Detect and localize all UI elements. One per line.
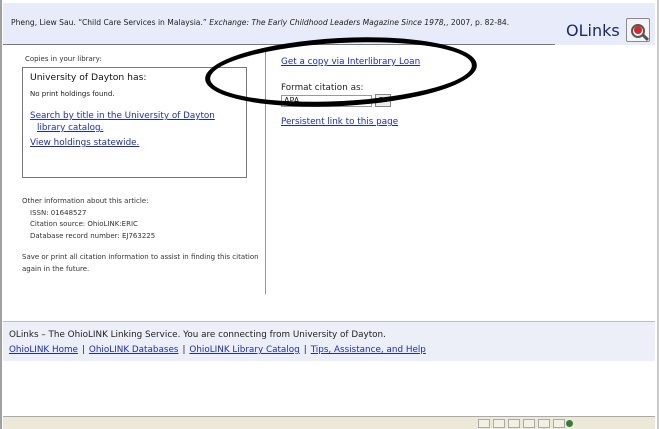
- left-column: Copies in your library: University of Da…: [22, 55, 262, 275]
- footer-link-tips-help[interactable]: Tips, Assistance, and Help: [311, 345, 426, 355]
- page-footer: OLinks – The OhioLINK Linking Service. Y…: [3, 321, 655, 361]
- globe-icon: [566, 420, 573, 427]
- search-catalog-link[interactable]: Search by title in the University of Day…: [30, 110, 235, 134]
- citation-journal: Exchange: The Early Childhood Leaders Ma…: [209, 18, 447, 27]
- status-cell: [478, 419, 490, 428]
- olinks-logo: OLinks: [566, 18, 650, 42]
- library-holdings-box: University of Dayton has: No print holdi…: [22, 67, 247, 178]
- interlibrary-loan-link[interactable]: Get a copy via Interlibrary Loan: [281, 57, 531, 67]
- citation-header: Pheng, Liew Sau. “Child Care Services in…: [3, 3, 655, 45]
- article-info: Other information about this article: IS…: [22, 196, 262, 242]
- column-divider: [265, 50, 266, 294]
- olinks-logo-text: OLinks: [566, 20, 620, 40]
- save-note: Save or print all citation information t…: [22, 253, 259, 273]
- status-cell: [538, 419, 550, 428]
- status-cell: [508, 419, 520, 428]
- footer-connection-text: OLinks – The OhioLINK Linking Service. Y…: [9, 330, 386, 340]
- security-zone-indicator: [566, 419, 636, 428]
- database-record-number: Database record number: EJ763225: [30, 231, 156, 240]
- format-citation-label: Format citation as:: [281, 83, 364, 93]
- article-info-heading: Other information about this article:: [22, 197, 149, 205]
- footer-separator: |: [81, 345, 85, 355]
- copies-label: Copies in your library:: [25, 55, 102, 63]
- footer-link-library-catalog[interactable]: OhioLINK Library Catalog: [189, 345, 299, 355]
- status-cell: [493, 419, 505, 428]
- findit-magnifier-icon: [625, 18, 650, 42]
- citation-text: Pheng, Liew Sau. “Child Care Services in…: [11, 18, 510, 27]
- citation-source: Citation source: OhioLINK:ERIC: [30, 220, 138, 228]
- view-statewide-link[interactable]: View holdings statewide.: [30, 138, 239, 148]
- footer-separator: |: [303, 345, 307, 355]
- format-citation-row: APA Go: [281, 94, 531, 107]
- footer-separator: |: [182, 345, 186, 355]
- footer-links: OhioLINK Home | OhioLINK Databases | OhioLIN…: [9, 345, 426, 355]
- footer-link-ohiolink-home[interactable]: OhioLINK Home: [9, 345, 78, 355]
- citation-format-select[interactable]: APA: [281, 94, 372, 107]
- issn-value: ISSN: 01648527: [30, 208, 87, 217]
- footer-link-ohiolink-databases[interactable]: OhioLINK Databases: [89, 345, 179, 355]
- status-cell: [523, 419, 535, 428]
- go-button[interactable]: Go: [375, 94, 391, 107]
- header-divider: [3, 44, 555, 45]
- browser-status-bar: [3, 416, 655, 429]
- status-cell: [553, 419, 565, 428]
- persistent-link[interactable]: Persistent link to this page: [281, 117, 531, 127]
- no-print-holdings: No print holdings found.: [30, 90, 115, 98]
- library-box-title: University of Dayton has:: [30, 72, 147, 83]
- right-column: Get a copy via Interlibrary Loan Format …: [281, 57, 531, 127]
